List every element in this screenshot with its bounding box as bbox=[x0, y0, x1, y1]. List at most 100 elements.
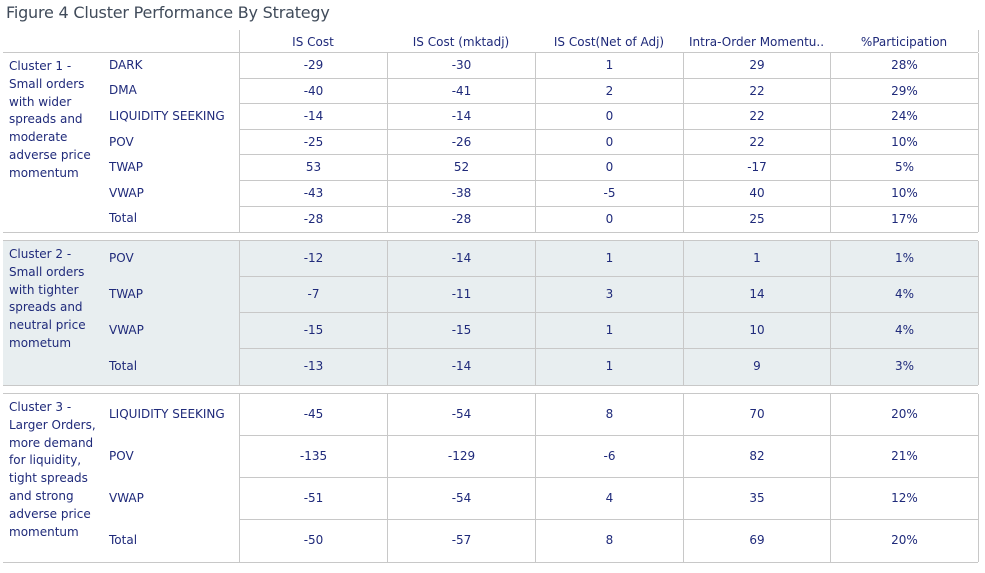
strategy-label: TWAP bbox=[109, 287, 143, 301]
value-cell: 35 bbox=[683, 478, 830, 520]
value-cell: 20% bbox=[830, 394, 979, 436]
strategy-label: Total bbox=[109, 533, 138, 547]
value-cell: 14 bbox=[683, 277, 830, 313]
value-cell: -25 bbox=[239, 129, 387, 156]
value-cell: -135 bbox=[239, 436, 387, 478]
column-header[interactable]: IS Cost(Net of Adj) bbox=[535, 30, 683, 52]
value-cell: 5% bbox=[830, 155, 979, 181]
table-row: POV -25 -26 0 22 10% bbox=[3, 129, 979, 156]
value-cell: 82 bbox=[683, 436, 830, 478]
column-header[interactable]: IS Cost bbox=[239, 30, 387, 52]
value-cell: -14 bbox=[387, 349, 535, 385]
value-cell: -12 bbox=[239, 241, 387, 277]
strategy-label: LIQUIDITY SEEKING bbox=[109, 108, 225, 123]
cluster-group: Cluster 3 - Larger Orders, more demand f… bbox=[3, 393, 979, 563]
strategy-label: POV bbox=[109, 251, 134, 265]
value-cell: 9 bbox=[683, 349, 830, 385]
value-cell: 52 bbox=[387, 155, 535, 181]
column-header[interactable]: %Participation bbox=[830, 30, 978, 52]
value-cell: 20% bbox=[830, 520, 979, 562]
value-cell: -5 bbox=[535, 181, 683, 207]
table-row: TWAP 53 52 0 -17 5% bbox=[3, 155, 979, 181]
value-cell: -29 bbox=[239, 53, 387, 79]
strategy-label: POV bbox=[109, 134, 134, 149]
value-cell: 4 bbox=[535, 478, 683, 520]
value-cell: 28% bbox=[830, 53, 979, 79]
value-cell: 22 bbox=[683, 129, 830, 156]
cluster-group: Cluster 2 - Small orders with tighter sp… bbox=[3, 240, 979, 386]
table-row: DMA -40 -41 2 22 29% bbox=[3, 78, 979, 105]
strategy-label: POV bbox=[109, 449, 134, 463]
value-cell: -40 bbox=[239, 78, 387, 105]
value-cell: -14 bbox=[239, 104, 387, 130]
table-row: LIQUIDITY SEEKING -45 -54 8 70 20% bbox=[3, 394, 979, 436]
value-cell: 21% bbox=[830, 436, 979, 478]
value-cell: -13 bbox=[239, 349, 387, 385]
value-cell: 22 bbox=[683, 78, 830, 105]
value-cell: 4% bbox=[830, 313, 979, 349]
header-divider bbox=[239, 30, 240, 52]
value-cell: 10 bbox=[683, 313, 830, 349]
value-cell: -129 bbox=[387, 436, 535, 478]
value-cell: 1 bbox=[535, 313, 683, 349]
value-cell: 1% bbox=[830, 241, 979, 277]
table-row: VWAP -43 -38 -5 40 10% bbox=[3, 181, 979, 207]
value-cell: 12% bbox=[830, 478, 979, 520]
value-cell: -14 bbox=[387, 104, 535, 130]
value-cell: -7 bbox=[239, 277, 387, 313]
column-header-row: IS Cost IS Cost (mktadj) IS Cost(Net of Ad… bbox=[3, 30, 979, 53]
value-cell: 0 bbox=[535, 104, 683, 130]
value-cell: -11 bbox=[387, 277, 535, 313]
value-cell: 69 bbox=[683, 520, 830, 562]
value-cell: -30 bbox=[387, 53, 535, 79]
table-row: DARK -29 -30 1 29 28% bbox=[3, 53, 979, 79]
value-cell: -54 bbox=[387, 394, 535, 436]
value-cell: 70 bbox=[683, 394, 830, 436]
strategy-label: Total bbox=[109, 211, 138, 226]
value-cell: 1 bbox=[683, 241, 830, 277]
value-cell: -26 bbox=[387, 129, 535, 156]
value-cell: 22 bbox=[683, 104, 830, 130]
table-row: LIQUIDITY SEEKING -14 -14 0 22 24% bbox=[3, 104, 979, 130]
strategy-label: VWAP bbox=[109, 185, 144, 200]
header-divider bbox=[978, 30, 979, 52]
table-row: VWAP -51 -54 4 35 12% bbox=[3, 478, 979, 520]
value-cell: 10% bbox=[830, 129, 979, 156]
value-cell: -15 bbox=[387, 313, 535, 349]
value-cell: -17 bbox=[683, 155, 830, 181]
value-cell: 0 bbox=[535, 206, 683, 233]
value-cell: 4% bbox=[830, 277, 979, 313]
value-cell: 10% bbox=[830, 181, 979, 207]
value-cell: 53 bbox=[239, 155, 387, 181]
value-cell: 8 bbox=[535, 520, 683, 562]
figure-title: Figure 4 Cluster Performance By Strategy bbox=[6, 3, 330, 22]
value-cell: 1 bbox=[535, 241, 683, 277]
table-row: VWAP -15 -15 1 10 4% bbox=[3, 313, 979, 349]
value-cell: -57 bbox=[387, 520, 535, 562]
column-header[interactable]: IS Cost (mktadj) bbox=[387, 30, 535, 52]
value-cell: 2 bbox=[535, 78, 683, 105]
strategy-label: VWAP bbox=[109, 323, 144, 337]
value-cell: -38 bbox=[387, 181, 535, 207]
strategy-label: VWAP bbox=[109, 491, 144, 505]
value-cell: -28 bbox=[387, 206, 535, 233]
value-cell: -50 bbox=[239, 520, 387, 562]
value-cell: -6 bbox=[535, 436, 683, 478]
strategy-label: LIQUIDITY SEEKING bbox=[109, 407, 225, 421]
total-row: Total -50 -57 8 69 20% bbox=[3, 520, 979, 562]
table-row: POV -135 -129 -6 82 21% bbox=[3, 436, 979, 478]
value-cell: 0 bbox=[535, 155, 683, 181]
column-header[interactable]: Intra-Order Momentu.. bbox=[683, 30, 830, 52]
total-row: Total -28 -28 0 25 17% bbox=[3, 206, 979, 233]
value-cell: 17% bbox=[830, 206, 979, 233]
value-cell: 0 bbox=[535, 129, 683, 156]
strategy-label: DMA bbox=[109, 83, 137, 98]
table-row: POV -12 -14 1 1 1% bbox=[3, 241, 979, 277]
cluster-group: Cluster 1 - Small orders with wider spre… bbox=[3, 52, 979, 234]
value-cell: -15 bbox=[239, 313, 387, 349]
value-cell: -45 bbox=[239, 394, 387, 436]
value-cell: 25 bbox=[683, 206, 830, 233]
value-cell: 8 bbox=[535, 394, 683, 436]
strategy-label: DARK bbox=[109, 57, 143, 72]
value-cell: -14 bbox=[387, 241, 535, 277]
